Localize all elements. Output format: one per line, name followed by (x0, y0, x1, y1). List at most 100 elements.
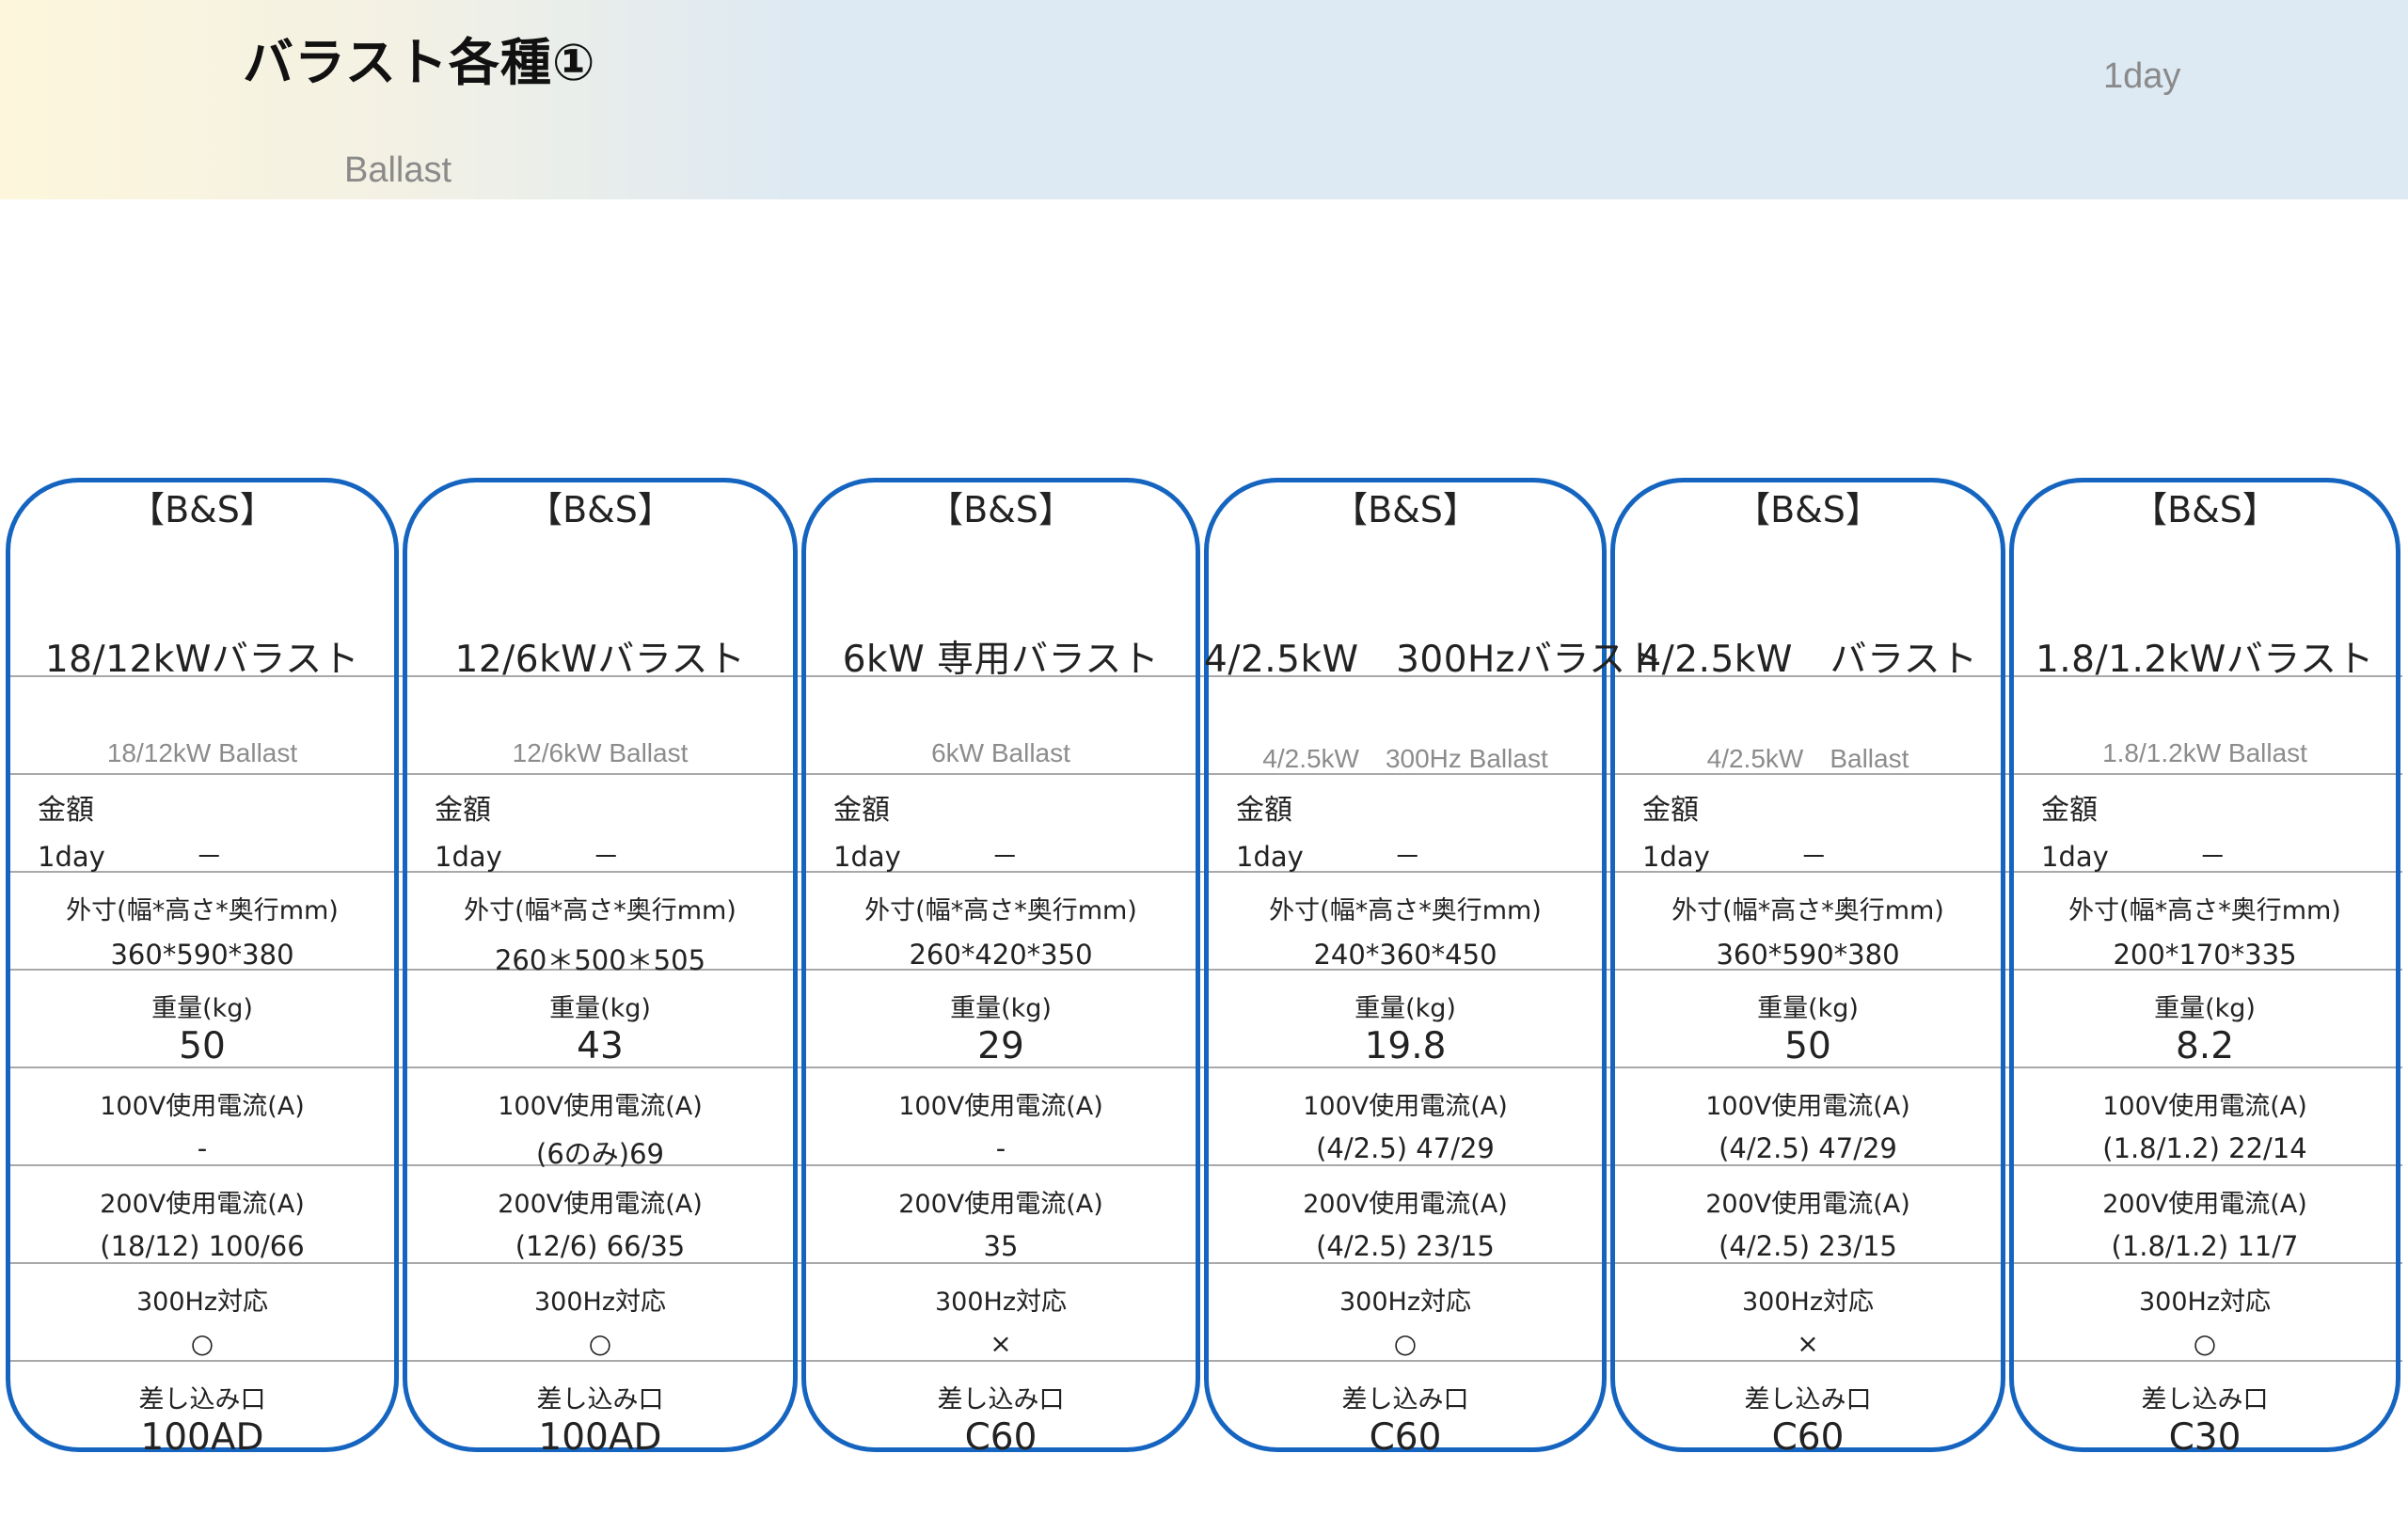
current-200v-label: 200V使用電流(A) (498, 1190, 703, 1219)
price-label: 金額 (435, 794, 491, 827)
current-100v-label: 100V使用電流(A) (100, 1092, 305, 1121)
product-name: 1.8/1.2kWバラスト (2035, 639, 2375, 681)
dimensions-label: 外寸(幅*高さ*奥行mm) (2068, 896, 2341, 925)
weight-value: 43 (577, 1025, 624, 1067)
plug-value: C60 (1771, 1416, 1845, 1459)
weight-value: 29 (977, 1025, 1024, 1067)
product-name-en: 4/2.5kW 300Hz Ballast (1262, 744, 1548, 773)
brand-label: 【B&S】 (2131, 489, 2278, 530)
dimensions-value: 200*170*335 (2113, 939, 2297, 971)
brand-label: 【B&S】 (927, 489, 1074, 530)
price-label: 金額 (1236, 794, 1292, 827)
product-name-en: 4/2.5kW Ballast (1706, 744, 1909, 773)
price-row: 1day － (435, 835, 798, 875)
current-100v-value: - (197, 1132, 208, 1164)
weight-label: 重量(kg) (1757, 994, 1859, 1023)
brand-label: 【B&S】 (1332, 489, 1479, 530)
dimensions-value: 260*420*350 (909, 939, 1093, 971)
dimensions-value: 360*590*380 (110, 939, 294, 971)
brand-label: 【B&S】 (1735, 489, 1881, 530)
weight-label: 重量(kg) (2154, 994, 2256, 1023)
hz300-value: ○ (2193, 1328, 2217, 1359)
brand-label: 【B&S】 (129, 489, 276, 530)
hz300-label: 300Hz対応 (135, 1288, 268, 1317)
current-100v-label: 100V使用電流(A) (898, 1092, 1103, 1121)
product-name: 18/12kWバラスト (44, 639, 360, 681)
product-name: 12/6kWバラスト (454, 639, 746, 681)
current-100v-label: 100V使用電流(A) (2102, 1092, 2307, 1121)
current-100v-label: 100V使用電流(A) (1705, 1092, 1910, 1121)
product-name-en: 1.8/1.2kW Ballast (2102, 738, 2307, 767)
price-value: － (1799, 841, 1828, 873)
current-200v-value: (1.8/1.2) 11/7 (2111, 1230, 2299, 1262)
dimensions-label: 外寸(幅*高さ*奥行mm) (66, 896, 339, 925)
current-200v-label: 200V使用電流(A) (898, 1190, 1103, 1219)
product-name: 6kW 専用バラスト (842, 639, 1160, 681)
current-200v-value: (12/6) 66/35 (515, 1230, 686, 1262)
weight-value: 50 (1784, 1025, 1831, 1067)
rental-period: 1day (2103, 56, 2181, 96)
plug-label: 差し込み口 (1341, 1385, 1469, 1414)
product-name-en: 12/6kW Ballast (512, 738, 689, 767)
weight-label: 重量(kg) (950, 994, 1052, 1023)
product-name: 4/2.5kW バラスト (1638, 639, 1978, 681)
hz300-label: 300Hz対応 (1339, 1288, 1471, 1317)
price-period: 1day (833, 841, 901, 873)
weight-label: 重量(kg) (151, 994, 253, 1023)
dimensions-label: 外寸(幅*高さ*奥行mm) (1671, 896, 1944, 925)
price-period: 1day (38, 841, 105, 873)
dimensions-value: 360*590*380 (1716, 939, 1900, 971)
hz300-value: × (1797, 1328, 1819, 1359)
current-100v-value: (6のみ)69 (536, 1138, 664, 1170)
current-100v-value: (4/2.5) 47/29 (1316, 1132, 1495, 1164)
plug-label: 差し込み口 (1744, 1385, 1872, 1414)
hz300-label: 300Hz対応 (2138, 1288, 2271, 1317)
current-200v-value: 35 (983, 1230, 1019, 1262)
price-value: － (592, 841, 620, 873)
current-200v-label: 200V使用電流(A) (1303, 1190, 1508, 1219)
current-100v-label: 100V使用電流(A) (498, 1092, 703, 1121)
weight-label: 重量(kg) (549, 994, 651, 1023)
weight-value: 50 (179, 1025, 226, 1067)
price-value: － (2198, 841, 2226, 873)
plug-value: 100AD (538, 1416, 662, 1459)
dimensions-value: 240*360*450 (1313, 939, 1497, 971)
plug-label: 差し込み口 (536, 1385, 664, 1414)
product-name-en: 18/12kW Ballast (106, 738, 298, 767)
dimensions-label: 外寸(幅*高さ*奥行mm) (864, 896, 1137, 925)
hz300-value: ○ (1393, 1328, 1418, 1359)
plug-value: C60 (1369, 1416, 1442, 1459)
price-period: 1day (2041, 841, 2109, 873)
plug-value: 100AD (140, 1416, 264, 1459)
price-value: － (195, 841, 223, 873)
price-row: 1day － (38, 835, 399, 875)
current-100v-value: - (995, 1132, 1006, 1164)
page-subtitle: Ballast (344, 150, 452, 190)
dimensions-label: 外寸(幅*高さ*奥行mm) (1269, 896, 1542, 925)
dimensions-label: 外寸(幅*高さ*奥行mm) (464, 896, 737, 925)
price-row: 1day － (1642, 835, 2005, 875)
weight-value: 8.2 (2175, 1025, 2235, 1067)
price-label: 金額 (1642, 794, 1699, 827)
price-row: 1day － (2041, 835, 2400, 875)
brand-label: 【B&S】 (527, 489, 673, 530)
plug-label: 差し込み口 (937, 1385, 1065, 1414)
hz300-value: ○ (588, 1328, 612, 1359)
current-200v-label: 200V使用電流(A) (2102, 1190, 2307, 1219)
price-period: 1day (1236, 841, 1304, 873)
price-label: 金額 (2041, 794, 2098, 827)
weight-value: 19.8 (1364, 1025, 1447, 1067)
current-200v-value: (4/2.5) 23/15 (1316, 1230, 1495, 1262)
price-value: － (1393, 841, 1421, 873)
product-name: 4/2.5kW 300Hzバラスト (1204, 639, 1664, 681)
price-label: 金額 (833, 794, 890, 827)
current-100v-label: 100V使用電流(A) (1303, 1092, 1508, 1121)
plug-value: C60 (964, 1416, 1038, 1459)
hz300-label: 300Hz対応 (1741, 1288, 1874, 1317)
weight-label: 重量(kg) (1354, 994, 1456, 1023)
plug-label: 差し込み口 (138, 1385, 266, 1414)
dimensions-value: 260＊500＊505 (494, 944, 706, 976)
hz300-label: 300Hz対応 (533, 1288, 666, 1317)
price-label: 金額 (38, 794, 94, 827)
current-100v-value: (4/2.5) 47/29 (1719, 1132, 1897, 1164)
